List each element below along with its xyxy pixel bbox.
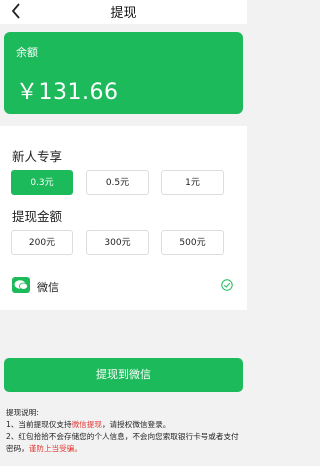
check-circle-icon[interactable] bbox=[221, 279, 233, 291]
header-bar: 提现 bbox=[0, 0, 247, 24]
notes-title: 提现说明: bbox=[6, 408, 39, 417]
new-user-title: 新人专享 bbox=[12, 149, 63, 164]
wechat-icon bbox=[12, 277, 30, 293]
withdraw-notes: 提现说明: 1、当前提现仅支持微信提现，请授权微信登录。 2、红包拾拾不会存储您… bbox=[6, 407, 244, 455]
notes-highlight-scam: 谨防上当受骗。 bbox=[28, 444, 82, 453]
new-user-option-1[interactable]: 1元 bbox=[161, 170, 224, 195]
amount-option-300[interactable]: 300元 bbox=[86, 230, 149, 255]
amount-option-200[interactable]: 200元 bbox=[11, 230, 73, 255]
amount-option-500[interactable]: 500元 bbox=[161, 230, 224, 255]
notes-highlight-wechat: 微信提现 bbox=[71, 420, 102, 429]
notes-line-2: 2、红包拾拾不会存储您的个人信息，不会向您索取银行卡号或者支付密码，谨防上当受骗… bbox=[6, 432, 239, 453]
amount-title: 提现金额 bbox=[12, 209, 63, 224]
new-user-option-0.5[interactable]: 0.5元 bbox=[86, 170, 149, 195]
notes-line-1: 1、当前提现仅支持微信提现，请授权微信登录。 bbox=[6, 420, 171, 429]
balance-label: 余额 bbox=[16, 46, 38, 59]
balance-amount: ￥131.66 bbox=[16, 80, 119, 105]
balance-card: 余额 ￥131.66 bbox=[4, 32, 243, 114]
withdraw-to-wechat-button[interactable]: 提现到微信 bbox=[4, 358, 243, 392]
new-user-option-0.3[interactable]: 0.3元 bbox=[11, 170, 73, 195]
page-title: 提现 bbox=[110, 6, 137, 21]
payment-method-label[interactable]: 微信 bbox=[37, 279, 59, 295]
